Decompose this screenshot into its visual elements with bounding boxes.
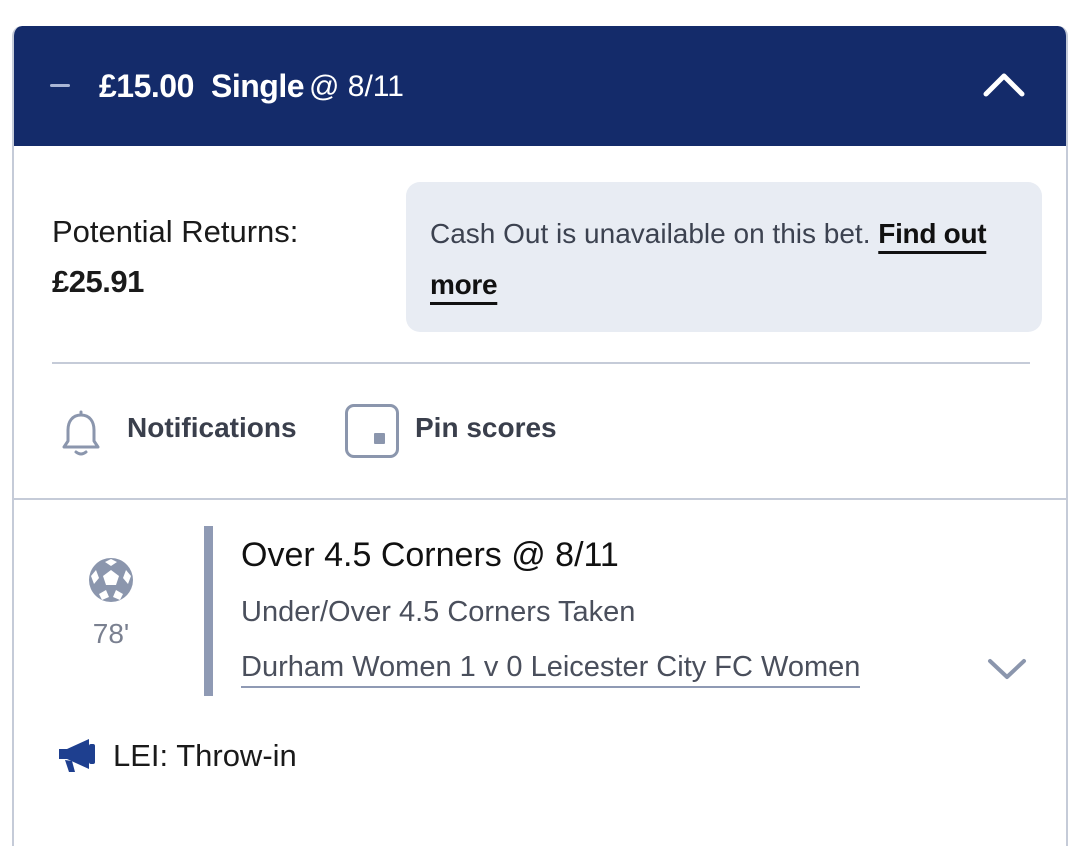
potential-returns-label: Potential Returns: xyxy=(52,214,299,249)
minus-icon xyxy=(50,84,70,87)
stake-amount: £15.00 xyxy=(99,68,194,104)
selection-market: Under/Over 4.5 Corners Taken xyxy=(241,596,636,628)
potential-returns-value: £25.91 xyxy=(52,264,144,299)
chevron-down-icon[interactable] xyxy=(986,656,1028,682)
divider xyxy=(52,362,1030,364)
bet-header[interactable]: £15.00 Single @ 8/11 xyxy=(14,26,1066,146)
football-icon xyxy=(89,558,133,602)
section-divider xyxy=(14,498,1066,500)
bell-icon[interactable] xyxy=(60,410,102,458)
megaphone-icon xyxy=(59,739,95,772)
selection-accent-bar xyxy=(204,526,213,696)
chevron-up-icon[interactable] xyxy=(982,68,1026,98)
bet-type: Single xyxy=(211,68,305,104)
bet-card: £15.00 Single @ 8/11 Potential Returns: … xyxy=(12,26,1068,846)
bet-odds: @ 8/11 xyxy=(309,70,404,103)
pin-icon[interactable] xyxy=(345,404,399,458)
notifications-label[interactable]: Notifications xyxy=(127,412,297,444)
cashout-notice: Cash Out is unavailable on this bet. Fin… xyxy=(406,182,1042,332)
selection-title: Over 4.5 Corners @ 8/11 xyxy=(241,536,619,574)
match-minute: 78' xyxy=(92,618,130,649)
event-link[interactable]: Durham Women 1 v 0 Leicester City FC Wom… xyxy=(241,650,861,688)
live-commentary: LEI: Throw-in xyxy=(113,738,297,773)
cashout-message: Cash Out is unavailable on this bet. xyxy=(430,218,879,249)
pin-scores-label[interactable]: Pin scores xyxy=(415,412,557,444)
